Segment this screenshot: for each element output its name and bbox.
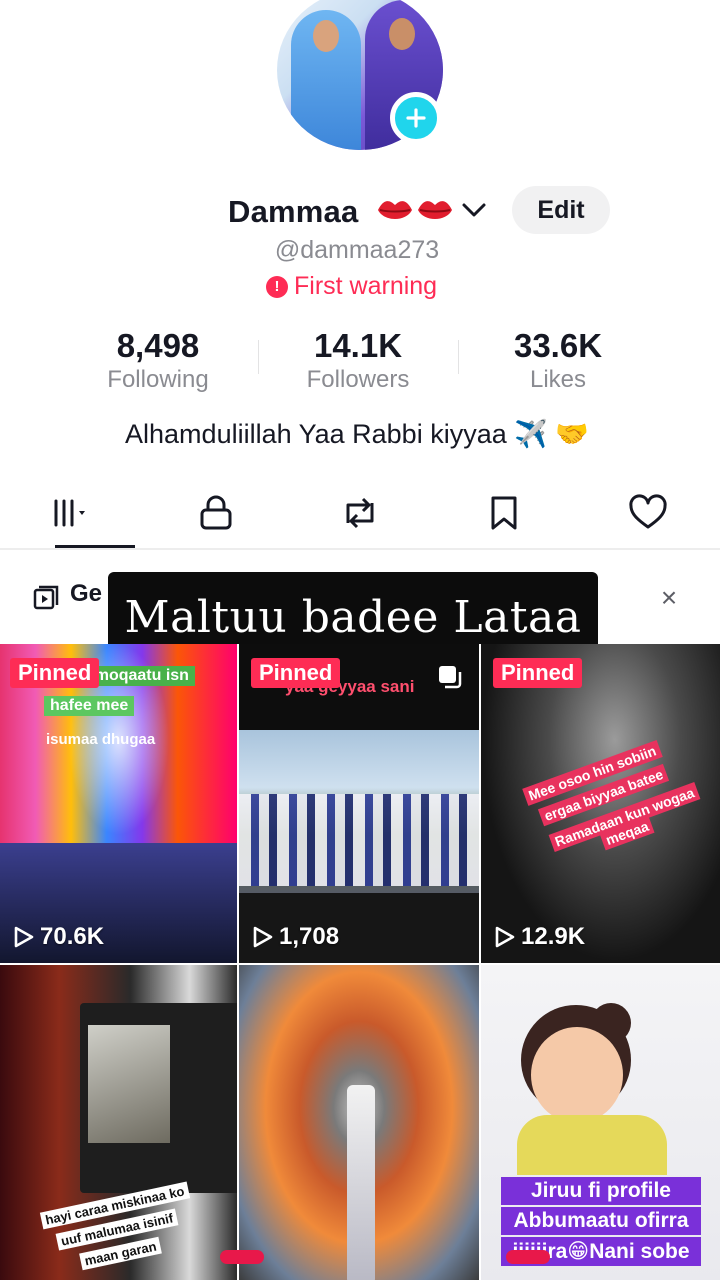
play-icon xyxy=(253,926,273,948)
scroll-handle[interactable] xyxy=(506,1250,550,1264)
view-count: 12.9K xyxy=(493,923,585,951)
crowd-image xyxy=(239,794,479,886)
view-count: 70.6K xyxy=(12,923,104,951)
tab-favorites[interactable] xyxy=(432,478,576,548)
view-count-value: 1,708 xyxy=(279,923,340,950)
phone-screenshot-image xyxy=(88,1025,170,1143)
display-name: Dammaa xyxy=(228,194,359,229)
stat-likes[interactable]: 33.6K Likes xyxy=(458,326,658,396)
video-thumbnail[interactable]: Mee osoo hin sobiin ergaa biyyaa batee R… xyxy=(481,644,720,963)
play-icon xyxy=(495,926,515,948)
warning-text: First warning xyxy=(294,272,438,300)
profile-name-row: Dammaa Edit xyxy=(0,186,720,236)
scroll-handle[interactable] xyxy=(220,1250,264,1264)
video-grid: geyyaa moqaatu isn hafee mee isumaa dhug… xyxy=(0,644,720,1280)
pinned-badge: Pinned xyxy=(251,658,341,688)
tabs-divider xyxy=(0,548,720,550)
video-thumbnail[interactable]: Jiruu fi profile Abbumaatu ofirra iiiiii… xyxy=(481,965,720,1280)
pinned-badge: Pinned xyxy=(493,658,583,688)
multi-photo-icon xyxy=(439,666,462,689)
overlay-text: Jiruu fi profile xyxy=(501,1177,701,1205)
stat-followers[interactable]: 14.1K Followers xyxy=(258,326,458,396)
stat-label: Followers xyxy=(306,366,410,393)
avatar-face-right xyxy=(389,18,415,50)
tab-videos[interactable] xyxy=(0,478,144,548)
alert-icon: ! xyxy=(266,275,288,298)
heart-icon xyxy=(629,494,667,529)
view-count-value: 12.9K xyxy=(521,923,586,950)
video-play-icon xyxy=(33,585,59,610)
banner-text: Ge xyxy=(70,580,103,607)
stat-value: 33.6K xyxy=(513,327,603,364)
bookmark-icon xyxy=(491,496,517,530)
avatar-face-left xyxy=(313,20,339,52)
video-thumbnail[interactable]: geyyaa moqaatu isn hafee mee isumaa dhug… xyxy=(0,644,237,963)
tab-reposts[interactable] xyxy=(288,478,432,548)
grid-icon xyxy=(54,499,85,527)
plus-icon xyxy=(406,108,426,128)
repost-icon xyxy=(346,497,374,529)
pinned-badge: Pinned xyxy=(10,658,100,688)
lips-icon xyxy=(418,201,452,219)
stat-label: Likes xyxy=(529,366,587,393)
stat-value: 8,498 xyxy=(116,327,200,364)
overlay-text: isumaa dhugaa xyxy=(46,731,156,748)
tie-image xyxy=(347,1085,375,1280)
lips-emoji-pair xyxy=(376,194,454,226)
video-thumbnail[interactable]: hayi caraa miskinaa ko uuf malumaa isini… xyxy=(0,965,237,1280)
account-warning[interactable]: ! First warning xyxy=(266,272,437,301)
stat-label: Following xyxy=(107,366,209,393)
stat-value: 14.1K xyxy=(313,327,403,364)
play-icon xyxy=(14,926,34,948)
view-count: 1,708 xyxy=(251,923,339,951)
profile-stats: 8,498 Following 14.1K Followers 33.6K Li… xyxy=(58,326,658,396)
cartoon-shirt xyxy=(517,1115,667,1175)
add-avatar-button[interactable] xyxy=(390,92,442,144)
video-thumbnail[interactable]: yaa geyyaa sani Pinned 1,708 xyxy=(239,644,479,963)
lock-icon xyxy=(200,495,232,530)
overlay-text: Abbumaatu ofirra xyxy=(501,1207,701,1235)
chevron-down-icon[interactable] xyxy=(459,198,489,222)
view-count-value: 70.6K xyxy=(40,923,105,950)
profile-tabs xyxy=(0,478,720,548)
overlay-text: hafee mee xyxy=(44,696,135,716)
username-handle: @dammaa273 xyxy=(274,236,440,264)
tab-liked[interactable] xyxy=(576,478,720,548)
close-icon[interactable]: × xyxy=(655,584,683,612)
cartoon-face xyxy=(531,1027,623,1123)
lips-icon xyxy=(378,201,412,219)
video-thumbnail[interactable] xyxy=(239,965,479,1280)
edit-profile-button[interactable]: Edit xyxy=(512,186,610,234)
stat-following[interactable]: 8,498 Following xyxy=(58,326,258,396)
tab-private[interactable] xyxy=(144,478,288,548)
profile-bio: Alhamduliillah Yaa Rabbi kiyyaa ✈️ 🤝 xyxy=(125,419,589,449)
profile-avatar-container xyxy=(277,0,443,150)
